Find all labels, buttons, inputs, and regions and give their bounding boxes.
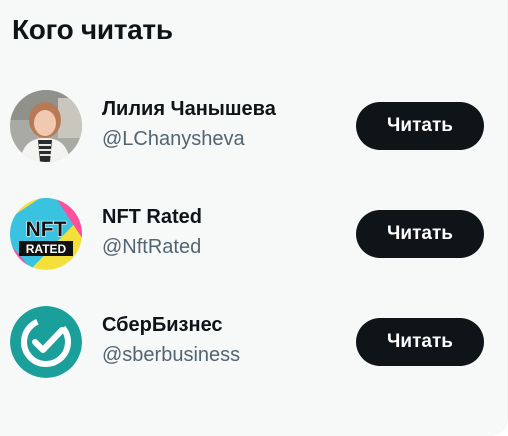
account-name[interactable]: СберБизнес <box>102 314 223 337</box>
follow-button-nftrated[interactable]: Читать <box>356 210 484 258</box>
rated-logo-text: RATED <box>26 242 67 256</box>
nft-logo-text: NFT <box>26 218 67 241</box>
sber-check-logo-icon <box>10 306 82 378</box>
avatar-sberbusiness[interactable] <box>10 306 82 378</box>
account-handle[interactable]: @sberbusiness <box>102 344 240 367</box>
nft-rated-logo-icon: NFT RATED <box>10 198 82 270</box>
account-handle[interactable]: @NftRated <box>102 236 201 259</box>
follow-button-sberbusiness[interactable]: Читать <box>356 318 484 366</box>
account-name[interactable]: NFT Rated <box>102 206 202 229</box>
account-handle[interactable]: @LChanysheva <box>102 128 245 151</box>
person-photo-icon <box>10 90 82 162</box>
panel-title: Кого читать <box>12 14 173 45</box>
account-row-nftrated[interactable]: NFT RATED NFT Rated @NftRated Читать <box>0 184 508 292</box>
account-name[interactable]: Лилия Чанышева <box>102 98 276 121</box>
avatar-lchanysheva[interactable] <box>10 90 82 162</box>
avatar-nftrated[interactable]: NFT RATED <box>10 198 82 270</box>
account-row-sberbusiness[interactable]: СберБизнес @sberbusiness Читать <box>0 292 508 400</box>
who-to-follow-panel: Кого читать Лилия Чанышева @LChanysheva … <box>0 0 508 436</box>
account-row-lchanysheva[interactable]: Лилия Чанышева @LChanysheva Читать <box>0 76 508 184</box>
follow-button-lchanysheva[interactable]: Читать <box>356 102 484 150</box>
